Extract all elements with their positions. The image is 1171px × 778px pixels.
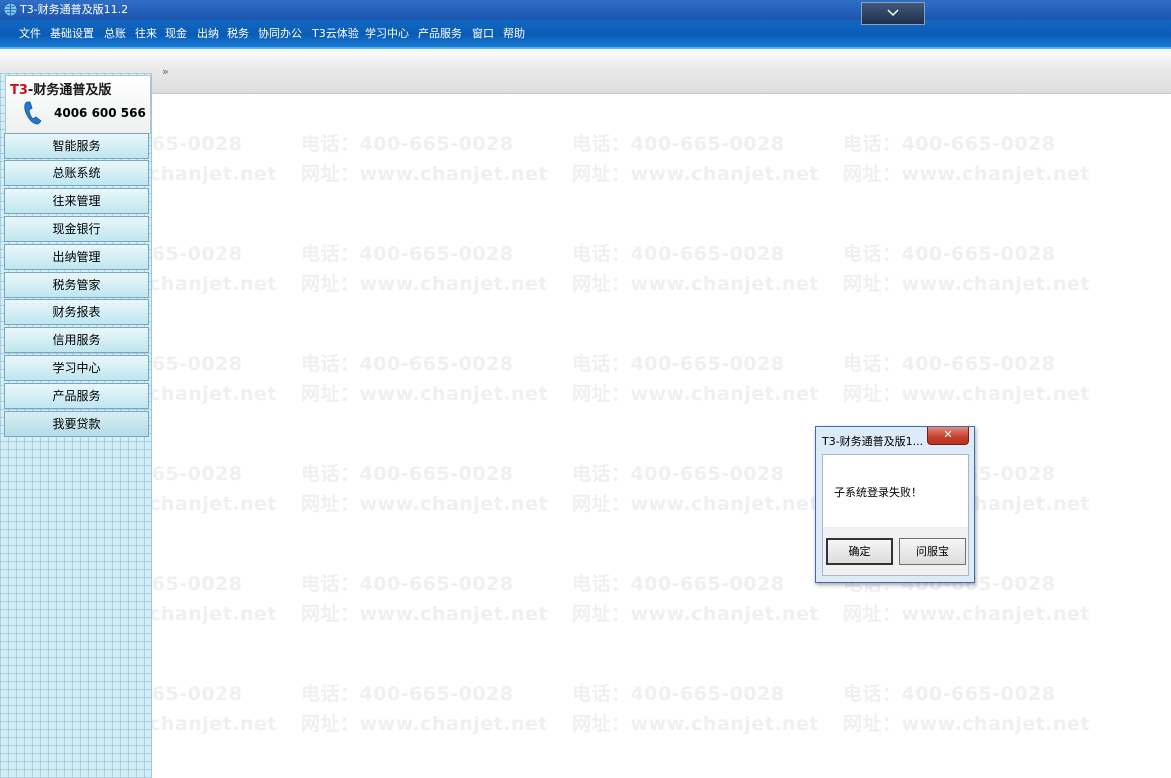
menu-t3-cloud[interactable]: T3云体验 <box>312 27 359 41</box>
watermark-site: 网址：www.chanjet.net <box>301 273 548 295</box>
dialog-body: 子系统登录失败！ 确定 问服宝 <box>822 454 969 576</box>
watermark-site: 网址：www.chanjet.net <box>301 383 548 405</box>
watermark-site: 网址：www.chanjet.net <box>572 493 819 515</box>
brand-panel: T3-财务通普及版 4006 600 566 <box>5 75 151 134</box>
ok-button[interactable]: 确定 <box>826 538 893 565</box>
watermark-phone: 电话：400-665-0028 <box>301 463 514 485</box>
watermark-phone: 电话：400-665-0028 <box>572 683 785 705</box>
sidebar-item-reports[interactable]: 财务报表 <box>4 299 149 325</box>
sidebar-item-smart-service[interactable]: 智能服务 <box>4 133 149 159</box>
app-globe-icon <box>3 2 18 17</box>
watermark-phone: 电话：400-665-0028 <box>301 683 514 705</box>
menu-help[interactable]: 帮助 <box>503 27 525 41</box>
dialog-title: T3-财务通普及版1... <box>822 435 924 448</box>
watermark-phone: 电话：400-665-0028 <box>843 243 1056 265</box>
watermark-site: 网址：www.chanjet.net <box>843 163 1090 185</box>
sidebar-item-credit[interactable]: 信用服务 <box>4 327 149 353</box>
watermark-phone: 电话：400-665-0028 <box>843 683 1056 705</box>
menu-basic-settings[interactable]: 基础设置 <box>50 27 94 41</box>
watermark-phone: 电话：400-665-0028 <box>572 243 785 265</box>
sidebar-item-cashier[interactable]: 出纳管理 <box>4 244 149 270</box>
watermark-site: 网址：www.chanjet.net <box>572 383 819 405</box>
watermark-site: 网址：www.chanjet.net <box>572 163 819 185</box>
toolbar-strip: » <box>0 49 1171 94</box>
expand-panel-button[interactable]: » <box>162 65 169 78</box>
brand-logo: T3-财务通普及版 <box>10 83 112 98</box>
menu-bar: 文件 基础设置 总账 往来 现金 出纳 税务 协同办公 T3云体验 学习中心 产… <box>0 20 1171 49</box>
watermark-phone: 电话：400-665-0028 <box>843 353 1056 375</box>
watermark-site: 网址：www.chanjet.net <box>843 603 1090 625</box>
watermark-site: 网址：www.chanjet.net <box>572 713 819 735</box>
watermark-phone: 电话：400-665-0028 <box>843 133 1056 155</box>
watermark-site: 网址：www.chanjet.net <box>843 713 1090 735</box>
watermark-phone: 电话：400-665-0028 <box>301 573 514 595</box>
watermark-site: 网址：www.chanjet.net <box>301 603 548 625</box>
close-icon: ✕ <box>943 428 953 441</box>
sidebar-item-receivables[interactable]: 往来管理 <box>4 188 149 214</box>
menu-general-ledger[interactable]: 总账 <box>104 27 126 41</box>
watermark-site: 网址：www.chanjet.net <box>572 273 819 295</box>
watermark-phone: 电话：400-665-0028 <box>301 243 514 265</box>
watermark-site: 网址：www.chanjet.net <box>572 603 819 625</box>
watermark-site: 网址：www.chanjet.net <box>301 493 548 515</box>
window-titlebar: T3-财务通普及版11.2 <box>0 0 1171 25</box>
menu-collaboration[interactable]: 协同办公 <box>258 27 302 41</box>
watermark-phone: 电话：400-665-0028 <box>572 463 785 485</box>
chevron-down-icon <box>887 9 899 17</box>
menu-receivables[interactable]: 往来 <box>135 27 157 41</box>
menu-product-service[interactable]: 产品服务 <box>418 27 462 41</box>
watermark-phone: 电话：400-665-0028 <box>572 353 785 375</box>
window-title: T3-财务通普及版11.2 <box>20 3 129 16</box>
sidebar-item-learning[interactable]: 学习中心 <box>4 355 149 381</box>
error-dialog: T3-财务通普及版1... ✕ 子系统登录失败！ 确定 问服宝 <box>815 426 975 583</box>
menu-cashier[interactable]: 出纳 <box>197 27 219 41</box>
watermark-site: 网址：www.chanjet.net <box>301 163 548 185</box>
menu-learning-center[interactable]: 学习中心 <box>365 27 409 41</box>
watermark-site: 网址：www.chanjet.net <box>301 713 548 735</box>
menu-file[interactable]: 文件 <box>19 27 41 41</box>
watermark-phone: 电话：400-665-0028 <box>572 133 785 155</box>
sidebar-item-loan[interactable]: 我要贷款 <box>4 411 149 437</box>
menu-tax[interactable]: 税务 <box>227 27 249 41</box>
sidebar-item-general-ledger[interactable]: 总账系统 <box>4 160 149 186</box>
watermark-phone: 电话：400-665-0028 <box>572 573 785 595</box>
dialog-message-area: 子系统登录失败！ <box>823 455 968 527</box>
menu-window[interactable]: 窗口 <box>472 27 494 41</box>
sidebar-item-tax[interactable]: 税务管家 <box>4 272 149 298</box>
dialog-message: 子系统登录失败！ <box>834 486 922 499</box>
ribbon-collapse-button[interactable] <box>861 2 925 25</box>
hotline-number: 4006 600 566 <box>54 106 146 120</box>
sidebar-item-products[interactable]: 产品服务 <box>4 383 149 409</box>
menu-cash[interactable]: 现金 <box>165 27 187 41</box>
watermark-site: 网址：www.chanjet.net <box>843 383 1090 405</box>
dialog-close-button[interactable]: ✕ <box>927 427 969 445</box>
sidebar-item-cash-bank[interactable]: 现金银行 <box>4 216 149 242</box>
phone-icon <box>22 100 44 129</box>
ask-service-button[interactable]: 问服宝 <box>899 538 966 565</box>
watermark-phone: 电话：400-665-0028 <box>301 353 514 375</box>
watermark-site: 网址：www.chanjet.net <box>843 273 1090 295</box>
watermark-phone: 电话：400-665-0028 <box>301 133 514 155</box>
